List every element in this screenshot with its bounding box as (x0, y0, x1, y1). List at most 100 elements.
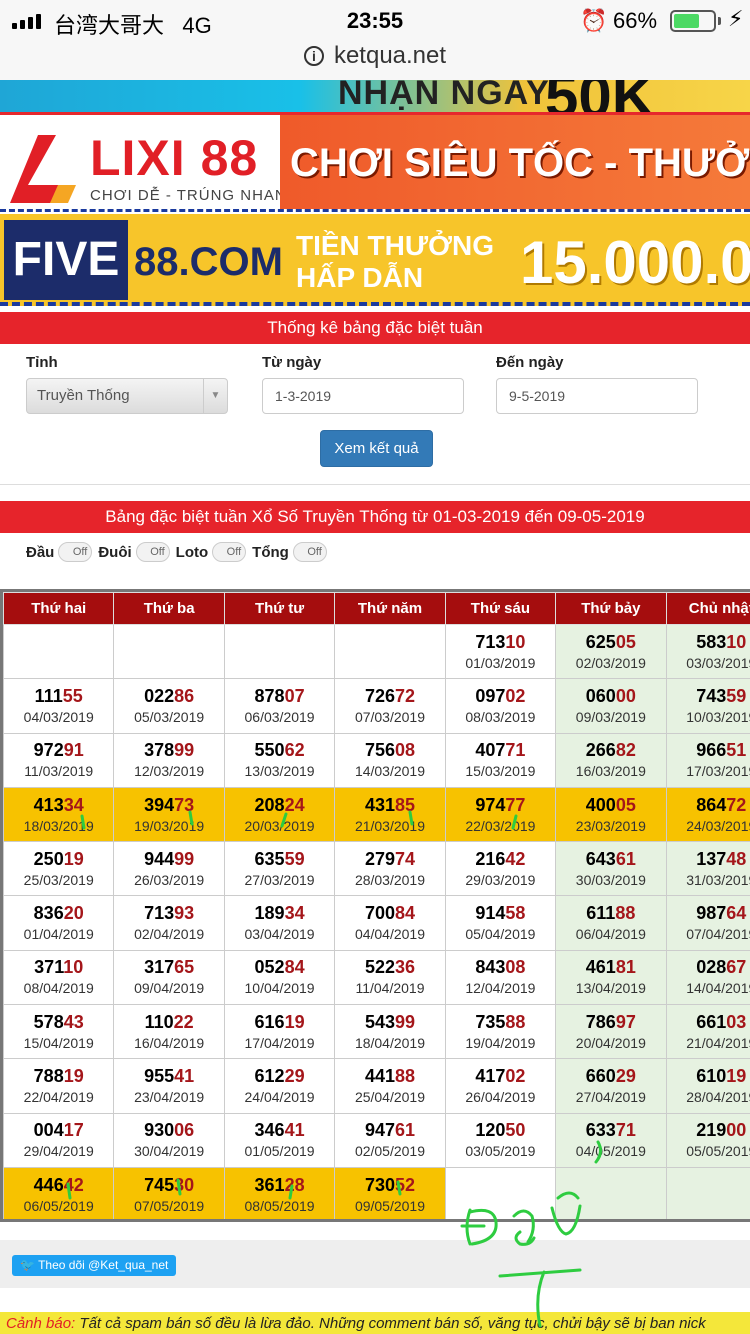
toggle-switch[interactable]: Off (212, 542, 247, 562)
draw-date: 09/05/2019 (354, 1197, 426, 1214)
number-head: 361 (254, 1174, 285, 1195)
info-icon[interactable]: i (303, 46, 324, 66)
number-head: 745 (144, 1174, 175, 1195)
number-head: 189 (254, 903, 285, 924)
result-cell: 54399 18/04/2019 (334, 1004, 446, 1060)
result-cell: 96651 17/03/2019 (665, 732, 750, 788)
result-cell: 25019 25/03/2019 (3, 841, 115, 897)
number-head: 550 (254, 740, 285, 761)
toggle-label: Đầu (26, 543, 55, 561)
number-tail: 22 (173, 1011, 194, 1032)
number-head: 052 (254, 957, 285, 978)
draw-date: 14/03/2019 (354, 763, 426, 780)
address-bar[interactable]: i ketqua.net (0, 40, 750, 80)
ad-banner-top[interactable]: NHẬN NGAY 50K (0, 80, 750, 112)
special-number: 44642 (5, 1174, 113, 1196)
draw-date: 19/04/2019 (465, 1034, 536, 1051)
draw-date: 20/04/2019 (575, 1034, 646, 1051)
province-select[interactable]: Truyền Thống ▼ (26, 378, 228, 414)
draw-date: 26/04/2019 (465, 1089, 536, 1106)
number-head: 266 (585, 740, 616, 761)
draw-date: 03/05/2019 (465, 1143, 536, 1160)
to-date-input[interactable]: 9-5-2019 (496, 378, 698, 414)
from-date-value: 1-3-2019 (275, 388, 332, 404)
result-cell: 57843 15/04/2019 (3, 1004, 115, 1060)
number-tail: 42 (505, 848, 526, 869)
draw-date: 17/03/2019 (686, 763, 750, 780)
special-number: 40005 (557, 794, 665, 816)
result-cell: 72672 07/03/2019 (334, 678, 446, 734)
table-row: 41334 18/03/2019 39473 19/03/2019 20824 20/03… (3, 786, 750, 843)
number-tail: 06 (174, 1120, 195, 1141)
toggle-switch[interactable]: Off (135, 542, 170, 562)
result-cell: 40005 23/03/2019 (555, 786, 667, 843)
number-tail: 48 (726, 848, 747, 869)
warning-label: Cảnh báo: (6, 1315, 76, 1332)
special-number: 75608 (336, 739, 444, 761)
number-head: 279 (364, 848, 395, 869)
table-row: 78819 22/04/2019 95541 23/04/2019 61229 24/04… (3, 1058, 750, 1114)
number-head: 633 (585, 1120, 616, 1141)
number-tail: 91 (63, 740, 84, 761)
draw-date: 30/03/2019 (575, 871, 646, 888)
result-cell: 87807 06/03/2019 (223, 678, 336, 734)
draw-date: 23/03/2019 (575, 817, 646, 834)
result-cell: 13748 31/03/2019 (665, 841, 750, 897)
draw-date: 10/04/2019 (244, 980, 315, 997)
result-cell: 62505 02/03/2019 (555, 623, 667, 680)
number-tail: 03 (726, 1011, 747, 1032)
number-tail: 84 (394, 903, 416, 924)
number-head: 004 (33, 1120, 64, 1141)
result-cell: 83620 01/04/2019 (3, 895, 115, 951)
number-tail: 97 (615, 1011, 636, 1032)
from-date-input[interactable]: 1-3-2019 (262, 378, 464, 414)
result-cell: 44188 25/04/2019 (334, 1058, 446, 1114)
toggle-label: Đuôi (98, 543, 132, 561)
draw-date: 24/04/2019 (244, 1089, 315, 1106)
result-cell: 70084 04/04/2019 (334, 895, 446, 951)
special-number: 36128 (225, 1174, 333, 1196)
twitter-bird-icon: 🐦 (20, 1258, 35, 1272)
result-cell: 52236 11/04/2019 (334, 949, 446, 1006)
special-number: 11155 (5, 685, 113, 707)
special-number: 94761 (336, 1119, 444, 1141)
number-head: 543 (364, 1011, 395, 1032)
number-tail: 73 (174, 794, 195, 815)
draw-date: 16/03/2019 (575, 763, 646, 780)
alarm-icon: ⏰ (580, 8, 608, 33)
ad-banner-five88[interactable]: FIVE 88.COM TIỀN THƯỞNGHẤP DẪN 15.000.00… (0, 214, 750, 306)
number-head: 878 (254, 685, 285, 706)
draw-date: 11/03/2019 (24, 763, 94, 780)
to-date-value: 9-5-2019 (509, 388, 566, 404)
twitter-follow-button[interactable]: 🐦 Theo dõi @Ket_qua_net (12, 1255, 177, 1276)
result-cell: 95541 23/04/2019 (113, 1058, 225, 1114)
table-body: 71310 01/03/2019 62505 02/03/2019 58310 03/03… (3, 623, 750, 1219)
number-tail: 61 (394, 1120, 416, 1141)
column-header: Thứ sáu (444, 592, 557, 625)
result-cell: 63559 27/03/2019 (223, 841, 336, 897)
result-cell: 02286 05/03/2019 (113, 678, 225, 734)
special-number: 41702 (446, 1065, 554, 1087)
toggle-switch[interactable]: Off (58, 542, 93, 562)
table-row: 00417 29/04/2019 93006 30/04/2019 34641 01/05… (3, 1112, 750, 1168)
draw-date: 12/04/2019 (465, 980, 536, 997)
twitter-label: Theo dõi @Ket_qua_net (38, 1258, 169, 1272)
number-tail: 19 (63, 848, 84, 869)
draw-date: 26/03/2019 (134, 871, 205, 888)
result-cell: 37110 08/04/2019 (3, 949, 115, 1006)
number-head: 400 (585, 794, 616, 815)
number-head: 120 (475, 1120, 506, 1141)
special-number: 40771 (446, 739, 554, 761)
number-head: 625 (585, 631, 616, 652)
ad-banner-lixi88[interactable]: LIXI 88 CHƠI DỄ - TRÚNG NHANH CHƠI SIÊU … (0, 112, 750, 212)
table-row: 44642 06/05/2019 74530 07/05/2019 36128 08/05… (3, 1166, 750, 1219)
toggle-switch[interactable]: Off (292, 542, 327, 562)
number-head: 110 (144, 1011, 174, 1032)
number-tail: 02 (505, 685, 526, 706)
result-cell: 37899 12/03/2019 (113, 732, 225, 788)
submit-button[interactable]: Xem kết quả (320, 430, 433, 467)
special-number: 39473 (115, 794, 223, 816)
draw-date: 01/04/2019 (23, 926, 94, 943)
draw-date: 31/03/2019 (686, 871, 750, 888)
special-number: 54399 (336, 1011, 444, 1033)
